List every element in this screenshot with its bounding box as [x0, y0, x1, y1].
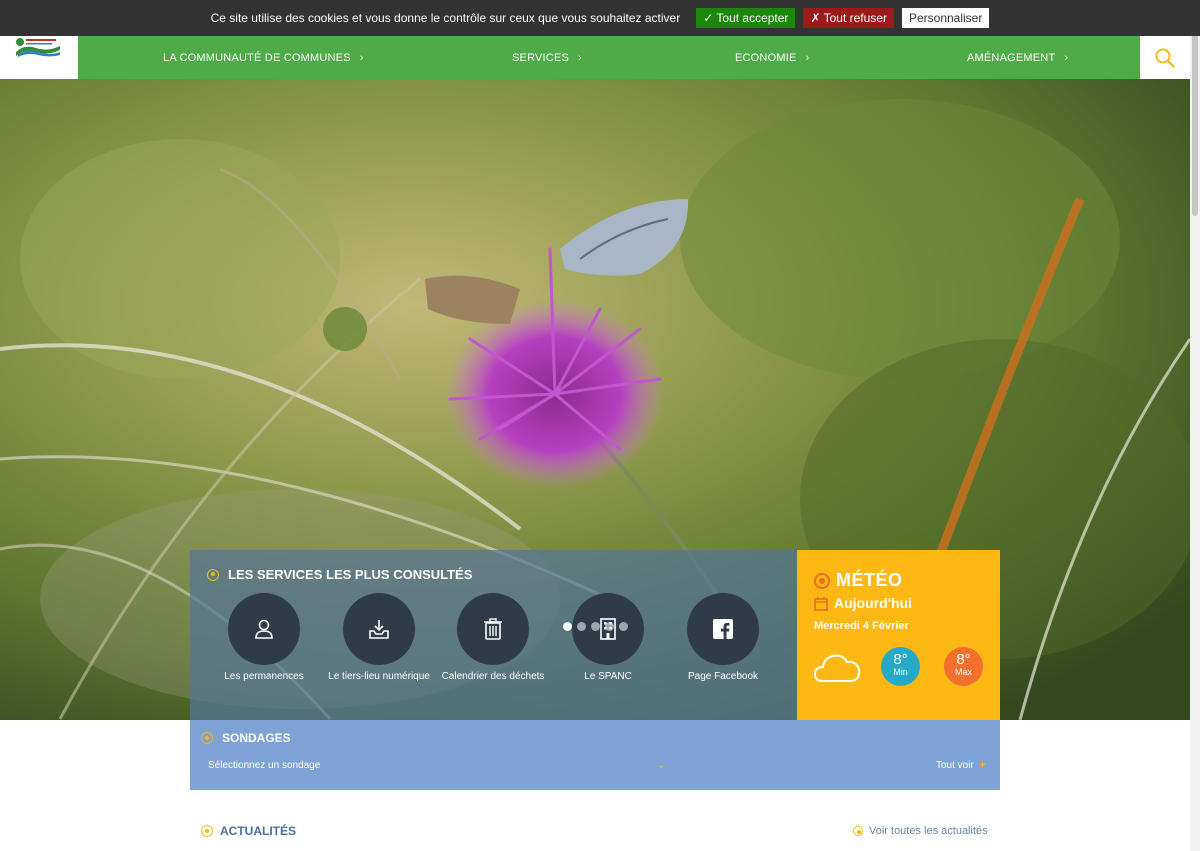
slider-dots — [563, 622, 628, 631]
slider-dot[interactable] — [591, 622, 600, 631]
page-scrollbar[interactable] — [1190, 0, 1200, 851]
service-label: Les permanences — [224, 671, 304, 682]
temperature-max-label: Max — [954, 667, 972, 677]
service-calendrier-dechets[interactable]: Calendrier des déchets — [433, 593, 553, 683]
accept-cookies-button[interactable]: ✓ Tout accepter — [696, 8, 796, 28]
service-tiers-lieu[interactable]: Le tiers-lieu numérique — [319, 593, 439, 683]
news-see-all-link[interactable]: Voir toutes les actualités — [853, 825, 988, 837]
news-heading: ACTUALITÉS — [201, 824, 296, 838]
facebook-icon — [713, 619, 733, 639]
service-label: Le tiers-lieu numérique — [328, 671, 430, 682]
slider-dot[interactable] — [619, 622, 628, 631]
search-icon — [1155, 48, 1175, 68]
weather-title: MÉTÉO — [836, 570, 903, 590]
calendar-icon — [814, 596, 828, 611]
search-button[interactable] — [1140, 36, 1190, 79]
service-circle — [457, 593, 529, 665]
news-title: ACTUALITÉS — [220, 824, 296, 838]
customize-cookies-button[interactable]: Personnaliser — [901, 8, 990, 28]
nav-item-economie[interactable]: ECONOMIE › — [735, 36, 809, 79]
slider-dot[interactable] — [577, 622, 586, 631]
service-circle — [687, 593, 759, 665]
nav-item-communaute[interactable]: LA COMMUNAUTÉ DE COMMUNES › — [163, 36, 364, 79]
nav-item-label: AMÉNAGEMENT — [967, 51, 1056, 64]
poll-select[interactable]: Sélectionnez un sondage ⌄ — [208, 760, 665, 771]
scrollbar-thumb[interactable] — [1192, 6, 1198, 216]
download-tray-icon — [369, 620, 389, 639]
nav-item-amenagement[interactable]: AMÉNAGEMENT › — [967, 36, 1068, 79]
user-icon — [255, 619, 273, 639]
temperature-min: 8° Min — [881, 647, 920, 686]
weather-widget: MÉTÉO Aujourd'hui Mercredi 4 Février 8° … — [797, 550, 1000, 720]
main-navigation: LA COMMUNAUTÉ DE COMMUNES › SERVICES › E… — [78, 36, 1140, 79]
chevron-down-icon: ⌄ — [656, 760, 665, 771]
polls-title: SONDAGES — [222, 731, 291, 745]
site-logo[interactable] — [0, 36, 78, 79]
logo-icon — [16, 38, 60, 57]
nav-item-label: ECONOMIE — [735, 51, 797, 64]
weather-today-label: Aujourd'hui — [834, 595, 912, 611]
temperature-max: 8° Max — [944, 647, 983, 686]
service-label: Calendrier des déchets — [441, 671, 545, 682]
target-icon — [201, 825, 213, 837]
chevron-right-icon: › — [805, 51, 810, 64]
slider-dot[interactable] — [605, 622, 614, 631]
service-label: Le SPANC — [584, 671, 632, 682]
trash-icon — [484, 618, 502, 640]
cloud-icon — [813, 654, 861, 682]
plus-icon: + — [979, 760, 986, 771]
temperature-min-label: Min — [893, 667, 908, 677]
target-icon — [814, 572, 830, 589]
popular-services-panel: LES SERVICES LES PLUS CONSULTÉS Les perm… — [190, 550, 797, 720]
cookie-message: Ce site utilise des cookies et vous donn… — [210, 11, 681, 25]
nav-item-label: SERVICES — [512, 51, 570, 64]
nav-item-label: LA COMMUNAUTÉ DE COMMUNES — [163, 51, 351, 64]
weather-heading: MÉTÉO — [814, 570, 903, 591]
target-icon — [853, 826, 863, 836]
services-heading: LES SERVICES LES PLUS CONSULTÉS — [207, 567, 472, 582]
poll-select-placeholder: Sélectionnez un sondage — [208, 760, 321, 771]
polls-see-all-link[interactable]: Tout voir + — [936, 760, 986, 771]
service-facebook[interactable]: Page Facebook — [663, 593, 783, 683]
temperature-min-value: 8° — [893, 651, 908, 668]
target-icon — [201, 732, 213, 744]
cookie-banner: Ce site utilise des cookies et vous donn… — [0, 0, 1200, 36]
chevron-right-icon: › — [1064, 51, 1069, 64]
nav-item-services[interactable]: SERVICES › — [512, 36, 582, 79]
weather-today: Aujourd'hui — [814, 595, 912, 611]
service-label: Page Facebook — [687, 671, 759, 682]
temperature-max-value: 8° — [956, 651, 971, 668]
service-spanc[interactable]: Le SPANC — [548, 593, 668, 683]
service-circle — [343, 593, 415, 665]
service-circle — [228, 593, 300, 665]
chevron-right-icon: › — [359, 51, 364, 64]
polls-see-all-label: Tout voir — [936, 760, 974, 771]
refuse-cookies-button[interactable]: ✗ Tout refuser — [803, 8, 894, 28]
news-see-all-label: Voir toutes les actualités — [869, 825, 988, 837]
weather-date: Mercredi 4 Février — [814, 620, 909, 632]
target-icon — [207, 568, 219, 581]
service-permanences[interactable]: Les permanences — [204, 593, 324, 683]
services-title: LES SERVICES LES PLUS CONSULTÉS — [228, 567, 473, 582]
site-header: LA COMMUNAUTÉ DE COMMUNES › SERVICES › E… — [0, 36, 1190, 79]
polls-heading: SONDAGES — [201, 731, 291, 745]
slider-dot[interactable] — [563, 622, 572, 631]
hero-image — [0, 79, 1190, 720]
polls-section: SONDAGES Sélectionnez un sondage ⌄ Tout … — [190, 720, 1000, 790]
chevron-right-icon: › — [578, 51, 582, 64]
